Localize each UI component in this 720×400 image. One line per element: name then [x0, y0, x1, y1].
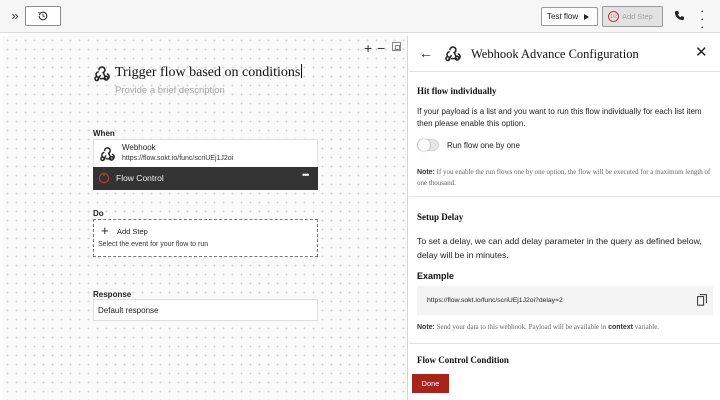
history-icon: [38, 11, 48, 21]
panel-title: Webhook Advance Configuration: [471, 47, 639, 61]
section-divider: [409, 343, 720, 344]
example-code-box: https://flow.sokt.io/func/scriUEj1J2oi?d…: [417, 286, 713, 315]
history-button[interactable]: [25, 6, 61, 26]
hit-flow-description: If your payload is a list and you want t…: [417, 107, 702, 128]
top-toolbar: » Test flow 1/2 Add Step · · ·: [0, 0, 720, 33]
example-url: https://flow.sokt.io/func/scriUEj1J2oi?d…: [427, 297, 563, 304]
section-divider: [409, 196, 720, 197]
flow-description-input[interactable]: Provide a brief description: [115, 85, 225, 96]
play-icon: [584, 13, 590, 20]
plus-icon: +: [101, 223, 109, 238]
webhook-icon: [100, 147, 115, 162]
setup-delay-note-text-1: Send your data to this webhook. Payload …: [434, 323, 609, 331]
flow-control-label: Flow Control: [116, 173, 164, 183]
flow-control-item[interactable]: Flow Control •••: [93, 167, 318, 190]
phone-icon[interactable]: [674, 10, 685, 21]
add-step-hint: Select the event for your flow to run: [98, 241, 209, 248]
fit-view-icon[interactable]: [392, 42, 401, 51]
step-count-badge: 1/2: [608, 11, 619, 22]
add-step-card[interactable]: + Add Step Select the event for your flo…: [93, 219, 318, 257]
panel-header: ← Webhook Advance Configuration ✕: [409, 36, 720, 72]
webhook-trigger-card[interactable]: Webhook https://flow.sokt.io/func/scriUE…: [93, 139, 318, 168]
note-label: Note:: [417, 324, 435, 331]
test-flow-button[interactable]: Test flow: [541, 7, 598, 26]
note-label: Note:: [417, 169, 435, 176]
more-options-icon[interactable]: •••: [302, 170, 310, 180]
test-flow-label: Test flow: [547, 12, 579, 21]
hit-flow-heading: Hit flow individually: [417, 86, 497, 96]
vertical-dots-icon[interactable]: · · ·: [700, 4, 704, 33]
webhook-icon: [445, 46, 461, 62]
flow-control-icon: [98, 172, 110, 184]
setup-delay-description: To set a delay, we can add delay paramet…: [417, 236, 702, 260]
response-value: Default response: [98, 306, 159, 315]
hit-flow-note-text: If you enable the run flows one by one o…: [417, 168, 711, 187]
setup-delay-note: Note: Send your data to this webhook. Pa…: [417, 322, 715, 333]
setup-delay-note-text-2: variable.: [633, 323, 660, 331]
close-icon[interactable]: ✕: [695, 43, 708, 61]
flow-title-text: Trigger flow based on conditions: [115, 65, 301, 80]
done-button[interactable]: Done: [412, 374, 449, 393]
webhook-config-panel: ← Webhook Advance Configuration ✕ Hit fl…: [409, 36, 720, 400]
zoom-in-button[interactable]: +: [364, 40, 372, 56]
webhook-title: Webhook: [122, 143, 156, 152]
hit-flow-note: Note: If you enable the run flows one by…: [417, 167, 715, 189]
flow-control-condition-heading: Flow Control Condition: [417, 355, 509, 365]
text-caret: [301, 64, 303, 78]
back-arrow-icon[interactable]: ←: [419, 45, 433, 61]
run-one-by-one-toggle[interactable]: [417, 139, 439, 151]
copy-icon[interactable]: [697, 294, 707, 306]
run-one-by-one-label: Run flow one by one: [447, 141, 520, 150]
flow-title-input[interactable]: Trigger flow based on conditions: [115, 64, 303, 81]
add-step-toolbar-label: Add Step: [622, 12, 653, 21]
expand-sidebar-button[interactable]: »: [8, 8, 22, 23]
add-step-toolbar-button[interactable]: 1/2 Add Step: [602, 6, 663, 27]
context-keyword: context: [608, 324, 634, 331]
response-section-label: Response: [93, 290, 132, 299]
response-card[interactable]: Default response: [93, 299, 318, 321]
webhook-url: https://flow.sokt.io/func/scriUEj1J2oi: [122, 155, 234, 162]
webhook-logo-icon: [94, 66, 110, 82]
zoom-out-button[interactable]: −: [377, 40, 385, 56]
setup-delay-heading: Setup Delay: [417, 212, 464, 222]
do-section-label: Do: [93, 209, 104, 218]
when-section-label: When: [93, 129, 115, 138]
add-step-label: Add Step: [117, 227, 148, 236]
example-heading: Example: [417, 271, 455, 281]
